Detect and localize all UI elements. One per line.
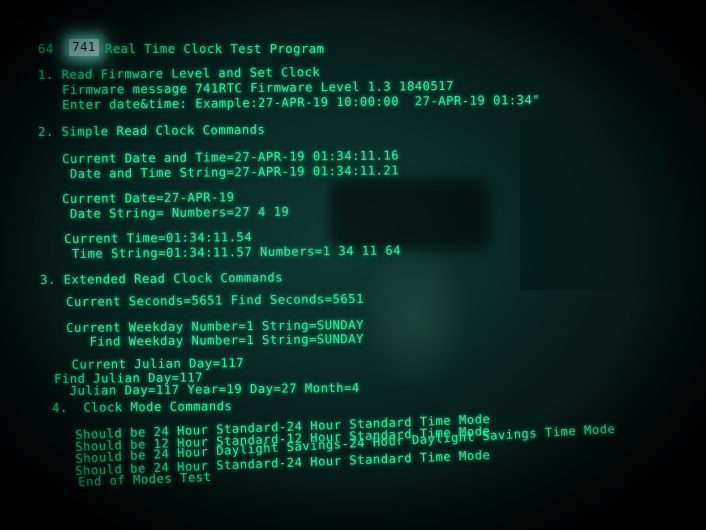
program-number-highlight: 741 xyxy=(69,39,99,56)
section-1-heading: 1. Read Firmware Level and Set Clock xyxy=(38,65,321,82)
section-3-heading: 3. Extended Read Clock Commands xyxy=(40,270,284,287)
crt-screen: 64 741 Real Time Clock Test Program 1. R… xyxy=(0,0,706,530)
current-seconds: Current Seconds=5651 Find Seconds=5651 xyxy=(66,291,364,309)
program-title: Real Time Clock Test Program xyxy=(105,42,325,56)
date-time-string: Date and Time String=27-APR-19 01:34:11.… xyxy=(62,163,400,181)
julian-day-detail: Julian Day=117 Year=19 Day=27 Month=4 xyxy=(54,380,360,398)
current-time: Current Time=01:34:11.54 xyxy=(64,230,253,246)
section-2-heading: 2. Simple Read Clock Commands xyxy=(38,122,266,139)
current-julian-day: Current Julian Day=117 xyxy=(48,355,245,372)
screen-reflection xyxy=(360,240,470,390)
find-weekday: Find Weekday Number=1 String=SUNDAY xyxy=(66,331,364,349)
screen-reflection xyxy=(330,180,490,250)
screen-reflection xyxy=(520,120,670,290)
date-string: Date String= Numbers=27 4 19 xyxy=(62,204,290,221)
current-date: Current Date=27-APR-19 xyxy=(62,190,235,206)
time-string: Time String=01:34:11.57 Numbers=1 34 11 … xyxy=(64,243,402,261)
section-4-heading: 4. Clock Mode Commands xyxy=(52,399,233,415)
program-number-prefix: 64 xyxy=(38,42,54,56)
